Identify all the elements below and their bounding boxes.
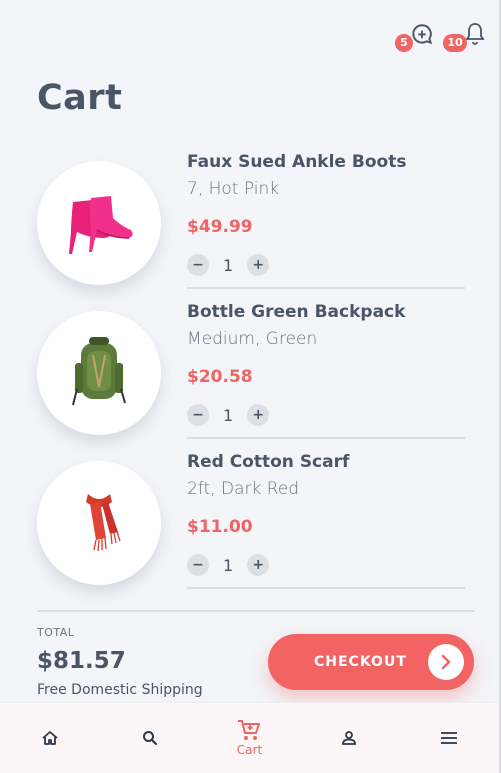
quantity-stepper: − 1 + (187, 404, 270, 426)
increase-quantity-button[interactable]: + (247, 554, 270, 576)
item-info: Faux Sued Ankle Boots 7, Hot Pink $49.99… (187, 150, 465, 289)
chevron-right-icon (428, 644, 464, 680)
cart-list: Faux Sued Ankle Boots 7, Hot Pink $49.99… (37, 150, 465, 600)
total-value: $81.57 (37, 648, 126, 674)
nav-profile[interactable] (319, 730, 379, 746)
increase-quantity-button[interactable]: + (247, 404, 270, 426)
increase-quantity-button[interactable]: + (247, 254, 270, 276)
nav-menu[interactable] (419, 731, 479, 745)
page-title: Cart (37, 78, 123, 118)
product-image-scarf[interactable] (37, 461, 161, 585)
home-icon (42, 731, 58, 745)
quantity-stepper: − 1 + (187, 254, 270, 276)
nav-cart-label: Cart (236, 743, 263, 757)
topbar: 5 10 (395, 22, 485, 52)
green-backpack-image (72, 337, 126, 406)
product-image-backpack[interactable] (37, 311, 161, 435)
decrease-quantity-button[interactable]: − (187, 254, 209, 276)
notifications-badge: 10 (443, 34, 467, 52)
bottom-nav: Cart (0, 702, 499, 773)
item-price: $20.58 (187, 367, 253, 387)
item-info: Bottle Green Backpack Medium, Green $20.… (187, 300, 465, 439)
quantity-value: 1 (223, 255, 234, 275)
decrease-quantity-button[interactable]: − (187, 554, 209, 576)
checkout-label: CHECKOUT (314, 654, 407, 670)
quantity-stepper: − 1 + (187, 554, 270, 576)
search-icon (142, 731, 157, 746)
item-price: $49.99 (187, 217, 253, 237)
decrease-quantity-button[interactable]: − (187, 404, 209, 426)
summary-divider (37, 610, 475, 612)
menu-icon (441, 732, 458, 744)
product-image-boots[interactable] (37, 161, 161, 285)
item-info: Red Cotton Scarf 2ft, Dark Red $11.00 − … (187, 450, 465, 589)
item-variant: 7, Hot Pink (187, 179, 280, 199)
notifications-button[interactable]: 10 (443, 22, 485, 52)
cart-item: Bottle Green Backpack Medium, Green $20.… (37, 300, 465, 450)
item-variant: Medium, Green (187, 329, 318, 349)
shipping-note: Free Domestic Shipping (37, 682, 203, 698)
cart-item: Faux Sued Ankle Boots 7, Hot Pink $49.99… (37, 150, 465, 300)
item-name[interactable]: Red Cotton Scarf (187, 452, 349, 472)
cart-icon (238, 720, 261, 740)
chat-badge: 5 (395, 34, 413, 52)
cart-item: Red Cotton Scarf 2ft, Dark Red $11.00 − … (37, 450, 465, 600)
bell-icon (465, 23, 485, 45)
nav-home[interactable] (20, 729, 80, 747)
red-scarf-image (86, 494, 121, 552)
pink-ankle-boots-image (69, 196, 133, 254)
item-price: $11.00 (187, 517, 253, 537)
item-name[interactable]: Bottle Green Backpack (187, 302, 405, 322)
total-label: TOTAL (37, 626, 75, 639)
user-icon (342, 731, 357, 745)
quantity-value: 1 (223, 405, 234, 425)
chat-button[interactable]: 5 (395, 22, 435, 52)
nav-cart[interactable]: Cart (219, 719, 279, 757)
quantity-value: 1 (223, 555, 234, 575)
checkout-button[interactable]: CHECKOUT (268, 634, 474, 690)
nav-search[interactable] (120, 729, 180, 747)
item-name[interactable]: Faux Sued Ankle Boots (187, 152, 406, 172)
item-variant: 2ft, Dark Red (187, 479, 300, 499)
